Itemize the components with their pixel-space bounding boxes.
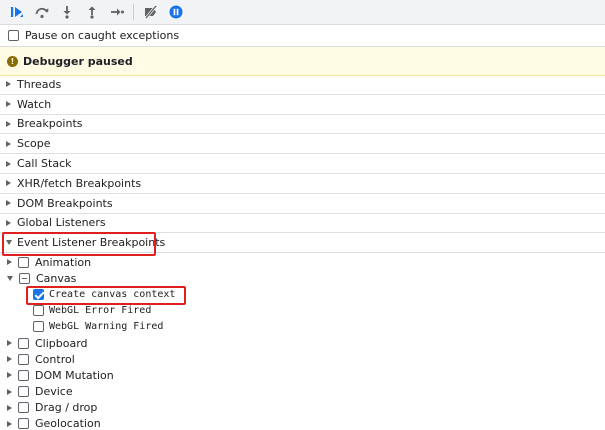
expand-arrow-icon [6,101,11,108]
expand-arrow-icon [6,140,11,147]
section-label: Threads [17,77,62,91]
event-label: Create canvas context [49,288,176,300]
event-category-dom-mutation[interactable]: DOM Mutation [0,367,605,383]
pause-on-caught-exceptions-checkbox[interactable] [8,30,19,41]
expand-arrow-icon [6,120,11,127]
category-checkbox[interactable] [18,337,29,349]
debugger-paused-banner: ! Debugger paused [0,47,605,76]
debugger-toolbar [0,0,605,25]
category-label: Clipboard [35,336,88,350]
category-checkbox[interactable] [18,353,29,365]
expand-arrow-icon [7,420,12,427]
expand-arrow-icon [6,180,11,187]
toolbar-divider [133,4,134,20]
section-event-listener-breakpoints[interactable]: Event Listener Breakpoints [0,233,605,254]
category-checkbox[interactable] [18,369,29,381]
event-category-clipboard[interactable]: Clipboard [0,335,605,351]
debugger-paused-text: Debugger paused [23,54,133,68]
event-category-geolocation[interactable]: Geolocation [0,416,605,430]
event-checkbox[interactable] [33,305,44,317]
section-label: Event Listener Breakpoints [17,236,166,250]
expand-arrow-icon [7,340,12,347]
category-label: Control [35,352,75,366]
event-category-device[interactable]: Device [0,384,605,400]
event-item-webgl-error-fired[interactable]: WebGL Error Fired [0,303,605,319]
event-item-webgl-warning-fired[interactable]: WebGL Warning Fired [0,319,605,335]
event-checkbox[interactable] [33,321,44,333]
expand-arrow-icon [7,356,12,363]
event-listener-list: Animation Canvas Create canvas context W… [0,254,605,430]
section-threads[interactable]: Threads [0,75,605,95]
section-call-stack[interactable]: Call Stack [0,154,605,174]
expand-arrow-icon [7,404,12,411]
pause-on-exceptions-button[interactable] [163,0,188,25]
collapse-arrow-icon [7,275,13,281]
expand-arrow-icon [7,259,12,266]
category-label: Canvas [36,271,77,285]
pause-on-exceptions-icon [169,5,182,19]
event-checkbox-checked[interactable] [33,288,44,300]
step-over-button[interactable] [29,0,54,25]
section-label: Call Stack [17,157,72,171]
resume-icon [10,7,23,17]
section-label: DOM Breakpoints [17,196,113,210]
collapse-arrow-icon [6,240,12,246]
section-label: Watch [17,97,52,111]
event-label: WebGL Error Fired [49,305,152,317]
step-into-icon [63,6,70,19]
section-breakpoints[interactable]: Breakpoints [0,115,605,135]
expand-arrow-icon [7,372,12,379]
debugger-sidebar-sections: Threads Watch Breakpoints Scope Call Sta… [0,75,605,254]
section-label: Scope [17,137,51,151]
step-out-button[interactable] [79,0,104,25]
resume-button[interactable] [4,0,29,25]
step-out-icon [88,6,95,19]
section-label: Breakpoints [17,117,83,131]
event-category-animation[interactable]: Animation [0,254,605,270]
step-button[interactable] [104,0,129,25]
category-checkbox[interactable] [18,402,29,414]
expand-arrow-icon [6,160,11,167]
category-checkbox[interactable] [18,386,29,398]
expand-arrow-icon [7,388,12,395]
deactivate-breakpoints-icon [144,5,157,19]
expand-arrow-icon [6,200,11,207]
category-label: DOM Mutation [35,368,114,382]
event-category-drag-drop[interactable]: Drag / drop [0,400,605,416]
step-icon [110,8,124,16]
category-label: Geolocation [35,417,101,430]
section-label: XHR/fetch Breakpoints [17,176,142,190]
pause-on-caught-exceptions-row[interactable]: Pause on caught exceptions [0,25,605,47]
deactivate-breakpoints-button[interactable] [138,0,163,25]
pause-on-caught-exceptions-label: Pause on caught exceptions [25,29,180,42]
section-label: Global Listeners [17,216,106,230]
section-scope[interactable]: Scope [0,134,605,155]
section-global-listeners[interactable]: Global Listeners [0,214,605,234]
event-item-create-canvas-context[interactable]: Create canvas context [0,286,605,302]
step-over-icon [35,7,48,19]
event-label: WebGL Warning Fired [49,321,164,333]
section-xhr-fetch-breakpoints[interactable]: XHR/fetch Breakpoints [0,174,605,194]
category-label: Drag / drop [35,401,98,415]
step-into-button[interactable] [54,0,79,25]
event-category-control[interactable]: Control [0,351,605,367]
section-watch[interactable]: Watch [0,95,605,115]
category-checkbox[interactable] [18,418,29,430]
category-checkbox-indeterminate[interactable] [19,272,30,284]
warning-icon: ! [7,55,18,67]
expand-arrow-icon [6,219,11,226]
category-label: Animation [35,255,92,269]
category-checkbox[interactable] [18,256,29,268]
section-dom-breakpoints[interactable]: DOM Breakpoints [0,194,605,214]
expand-arrow-icon [6,81,11,88]
category-label: Device [35,385,73,399]
event-category-canvas[interactable]: Canvas [0,270,605,286]
